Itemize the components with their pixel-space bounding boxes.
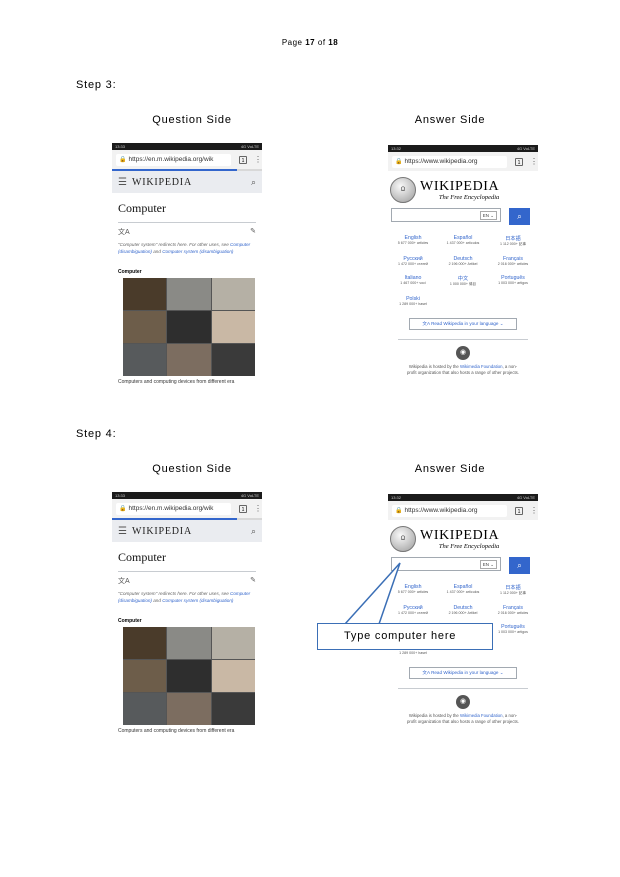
callout-pointer-shape	[343, 562, 401, 625]
callout-box: Type computer here	[317, 623, 493, 650]
callout-pointer	[343, 562, 401, 625]
